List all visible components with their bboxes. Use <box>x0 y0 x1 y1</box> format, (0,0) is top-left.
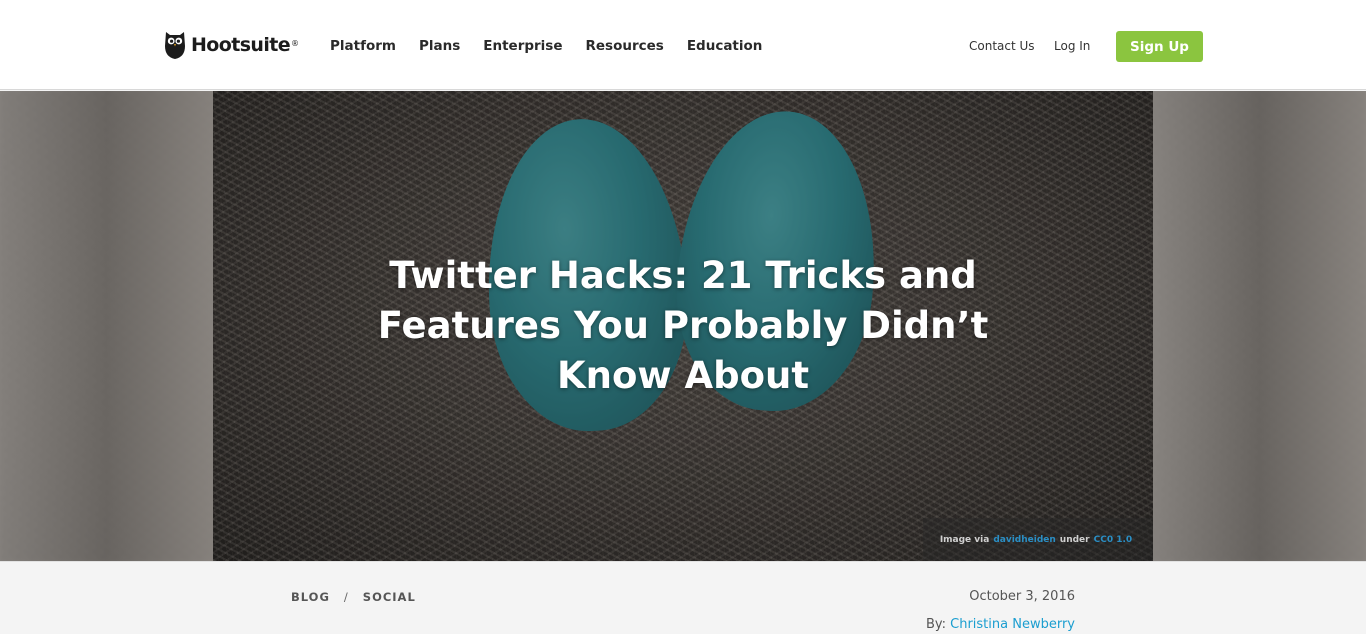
breadcrumb-blog[interactable]: BLOG <box>291 590 330 604</box>
credit-license-link[interactable]: CC0 1.0 <box>1094 535 1133 545</box>
credit-prefix: Image via <box>939 534 990 545</box>
breadcrumb-social[interactable]: SOCIAL <box>363 590 416 604</box>
brand-registered-mark: ® <box>291 38 300 48</box>
hero-banner: Twitter Hacks: 21 Tricks and Features Yo… <box>0 91 1366 561</box>
hero-blur-right <box>1153 91 1366 561</box>
main-nav: Platform Plans Enterprise Resources Educ… <box>330 36 785 56</box>
hootsuite-logo[interactable]: Hootsuite ® <box>164 29 299 61</box>
contact-us-link[interactable]: Contact Us <box>969 36 1035 56</box>
owl-logo-icon <box>165 32 185 59</box>
breadcrumb: BLOG / SOCIAL <box>291 590 416 604</box>
article-title-line: Features You Probably Didn’t <box>377 304 989 347</box>
author-link[interactable]: Christina Newberry <box>950 617 1075 632</box>
credit-source-link[interactable]: davidheiden <box>993 535 1055 545</box>
nav-item-education[interactable]: Education <box>687 36 763 56</box>
article-title: Twitter Hacks: 21 Tricks and Features Yo… <box>233 251 1133 401</box>
article-title-line: Twitter Hacks: 21 Tricks and <box>389 254 977 297</box>
byline-label: By: <box>925 617 946 632</box>
nav-item-platform[interactable]: Platform <box>330 36 396 56</box>
nav-item-enterprise[interactable]: Enterprise <box>483 36 562 56</box>
site-header: Hootsuite ® Platform Plans Enterprise Re… <box>0 0 1366 90</box>
login-link[interactable]: Log In <box>1054 36 1090 56</box>
article-meta: BLOG / SOCIAL October 3, 2016 By: Christ… <box>0 561 1366 634</box>
brand-name: Hootsuite <box>191 34 291 56</box>
image-credit: Image via davidheiden under CC0 1.0 <box>923 518 1153 561</box>
sign-up-button[interactable]: Sign Up <box>1116 31 1203 62</box>
nav-item-plans[interactable]: Plans <box>419 36 460 56</box>
publish-date: October 3, 2016 <box>969 589 1075 604</box>
breadcrumb-separator: / <box>343 590 349 604</box>
credit-middle: under <box>1059 534 1090 545</box>
nav-item-resources[interactable]: Resources <box>586 36 664 56</box>
hero-blur-left <box>0 91 213 561</box>
article-title-line: Know About <box>556 354 810 397</box>
byline: By: Christina Newberry <box>926 617 1075 632</box>
